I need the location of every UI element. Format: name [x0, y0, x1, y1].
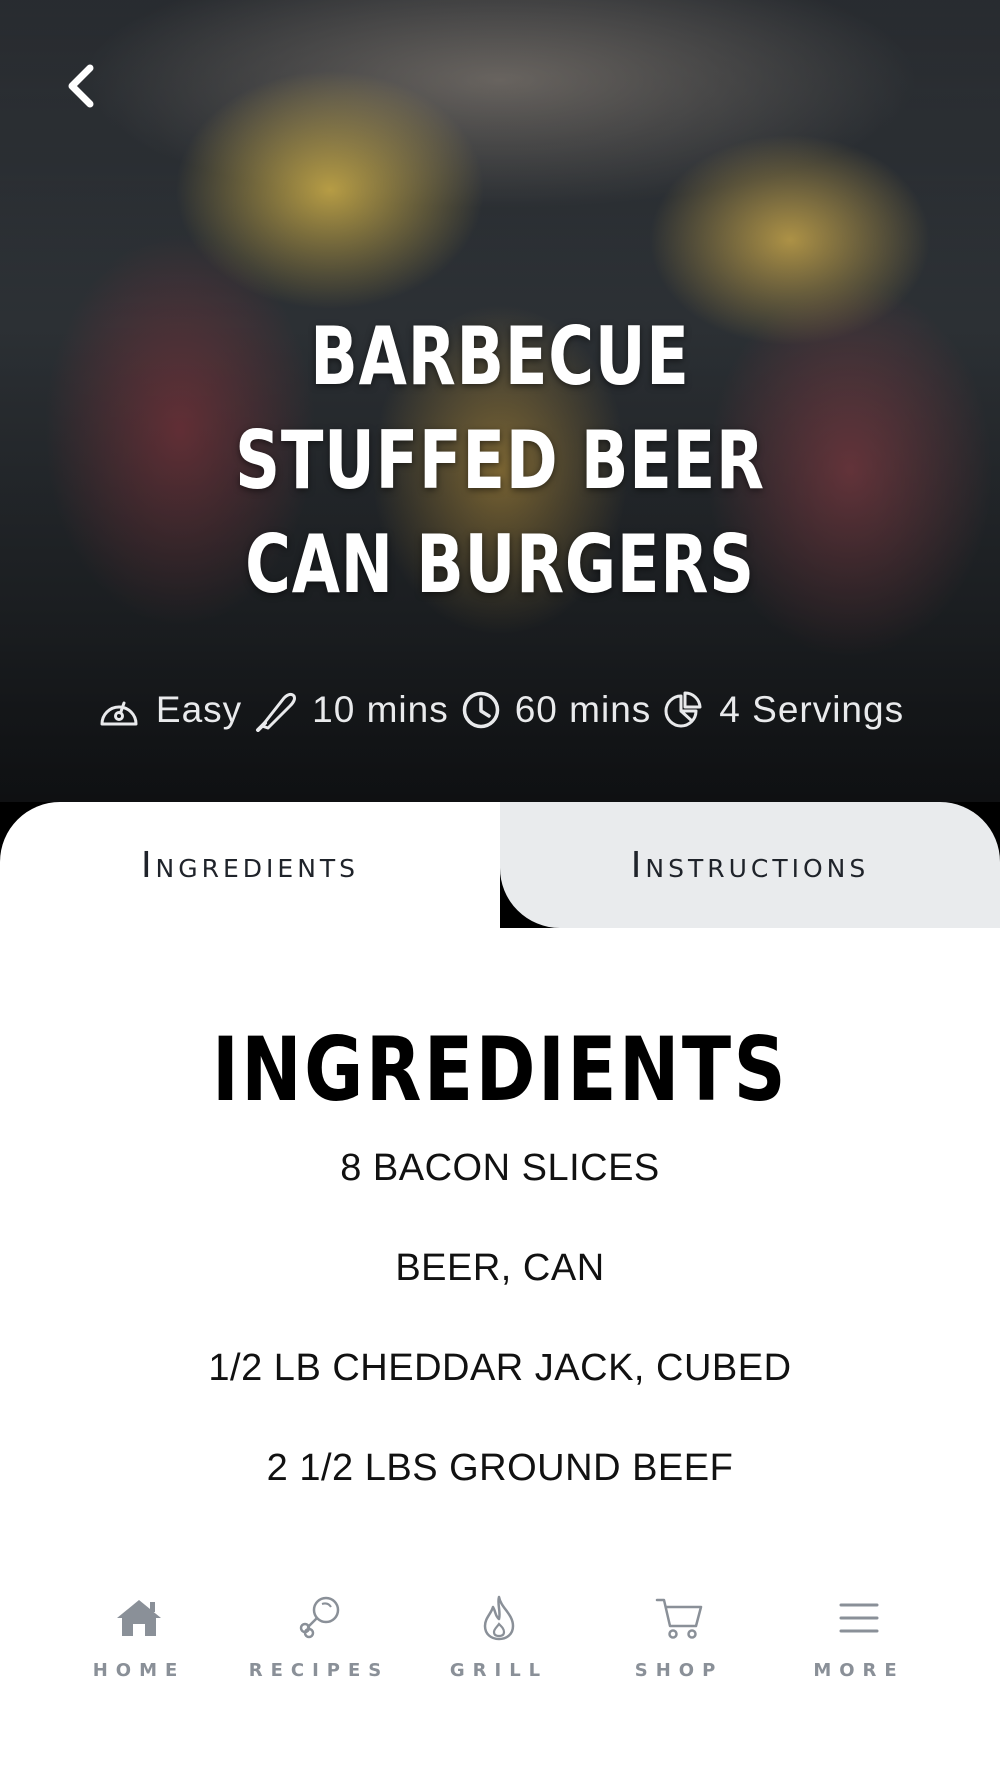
- bottom-nav: HOME RECIPES GRILL SHOP MORE: [0, 1568, 1000, 1778]
- menu-icon: [769, 1588, 949, 1648]
- difficulty-text: Easy: [155, 689, 243, 730]
- nav-shop[interactable]: SHOP: [589, 1588, 769, 1708]
- drumstick-icon: [229, 1588, 409, 1648]
- ingredients-heading: INGREDIENTS: [211, 1018, 788, 1121]
- recipe-tabs: Ingredients Instructions: [0, 802, 1000, 928]
- pie-chart-icon: [664, 691, 702, 728]
- tab-instructions[interactable]: Instructions: [500, 802, 1000, 928]
- servings-text: 4 Servings: [719, 689, 905, 730]
- servings-meta: 4 Servings: [663, 689, 904, 731]
- difficulty-meta: Easy: [96, 689, 242, 731]
- nav-more-label: MORE: [813, 1660, 905, 1681]
- ingredient-item: 8 BACON SLICES: [340, 1147, 660, 1189]
- tab-ingredients[interactable]: Ingredients: [0, 802, 500, 928]
- tab-ingredients-label: Ingredients: [140, 844, 360, 886]
- ingredient-item: BEER, CAN: [395, 1247, 605, 1289]
- nav-recipes[interactable]: RECIPES: [229, 1588, 409, 1708]
- cook-time-meta: 60 mins: [461, 689, 652, 731]
- knife-icon: [256, 692, 297, 732]
- ingredients-list: 8 BACON SLICES BEER, CAN 1/2 LB CHEDDAR …: [0, 1133, 1000, 1533]
- recipe-title: Barbecue Stuffed Beer Can Burgers: [235, 310, 765, 611]
- nav-home-label: HOME: [92, 1660, 186, 1681]
- nav-more[interactable]: MORE: [769, 1588, 949, 1708]
- gauge-icon: [100, 701, 138, 726]
- nav-recipes-label: RECIPES: [248, 1660, 390, 1681]
- nav-grill-label: GRILL: [449, 1660, 549, 1681]
- back-button[interactable]: [55, 60, 107, 112]
- prep-time-text: 10 mins: [312, 689, 449, 730]
- nav-home[interactable]: HOME: [49, 1588, 229, 1708]
- nav-shop-label: SHOP: [634, 1660, 724, 1681]
- chevron-left-icon: [68, 64, 94, 108]
- cook-time-text: 60 mins: [514, 689, 652, 730]
- home-icon: [49, 1588, 229, 1648]
- recipe-screen: Barbecue Stuffed Beer Can Burgers Easy 1…: [0, 0, 1000, 1778]
- ingredient-item: 1/2 LB CHEDDAR JACK, CUBED: [208, 1347, 792, 1389]
- prep-time-meta: 10 mins: [254, 688, 449, 732]
- recipe-meta-row: Easy 10 mins 60 mins 4 Servings: [0, 685, 1000, 735]
- nav-grill[interactable]: GRILL: [409, 1588, 589, 1708]
- cart-icon: [589, 1588, 769, 1648]
- flame-icon: [409, 1588, 589, 1648]
- clock-icon: [462, 691, 499, 729]
- tab-instructions-label: Instructions: [630, 844, 870, 886]
- ingredients-panel: INGREDIENTS 8 BACON SLICES BEER, CAN 1/2…: [0, 928, 1000, 1568]
- ingredient-item: 2 1/2 LBS GROUND BEEF: [266, 1447, 734, 1489]
